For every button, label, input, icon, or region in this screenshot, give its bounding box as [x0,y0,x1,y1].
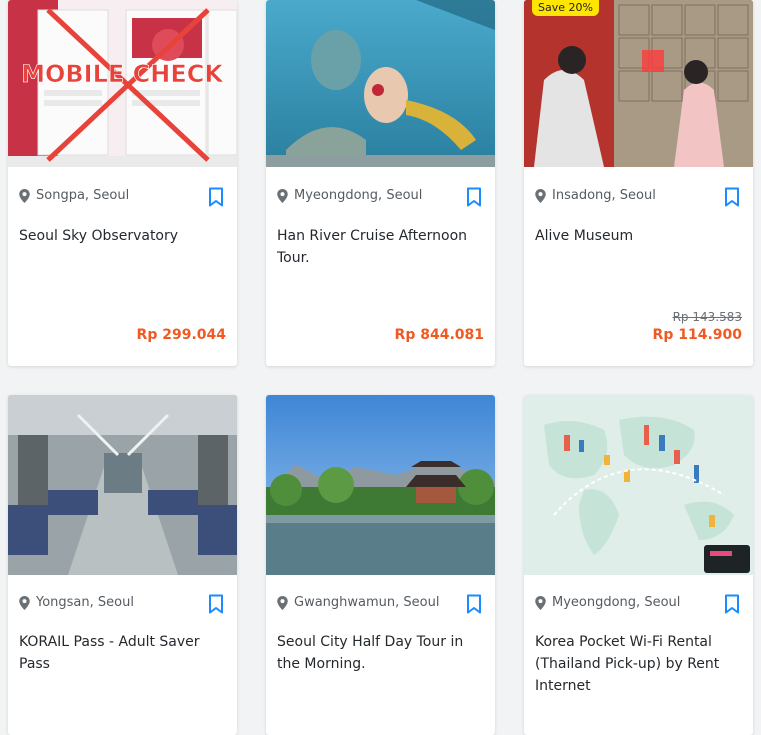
product-title[interactable]: Seoul Sky Observatory [19,225,227,247]
product-image[interactable]: MOBILE CHECK [8,0,237,167]
location: Myeongdong, Seoul [535,595,680,610]
location: Yongsan, Seoul [19,595,134,610]
location: Myeongdong, Seoul [277,188,422,203]
bookmark-icon[interactable] [466,187,482,207]
product-title[interactable]: KORAIL Pass - Adult Saver Pass [19,631,227,675]
product-card[interactable]: Myeongdong, Seoul Korea Pocket Wi-Fi Ren… [524,395,753,735]
bookmark-icon[interactable] [724,594,740,614]
product-image[interactable] [266,0,495,167]
location-text: Songpa, Seoul [36,188,130,203]
location-text: Yongsan, Seoul [36,595,134,610]
product-card[interactable]: MOBILE CHECK Songpa, Seoul Seoul Sky Obs… [8,0,237,366]
location-text: Insadong, Seoul [552,188,656,203]
discount-badge: Save 20% [532,0,599,16]
location: Gwanghwamun, Seoul [277,595,439,610]
location-pin-icon [19,188,30,203]
location-pin-icon [535,595,546,610]
bookmark-icon[interactable] [208,594,224,614]
location: Songpa, Seoul [19,188,129,203]
location-pin-icon [535,188,546,203]
price: Rp 299.044 [136,327,226,343]
product-image[interactable] [524,395,753,575]
bookmark-icon[interactable] [466,594,482,614]
mobile-check-overlay: MOBILE CHECK [21,60,224,88]
product-card[interactable]: Yongsan, Seoul KORAIL Pass - Adult Saver… [8,395,237,735]
location-text: Myeongdong, Seoul [552,595,681,610]
product-title[interactable]: Seoul City Half Day Tour in the Morning. [277,631,485,675]
product-image[interactable] [266,395,495,575]
product-image[interactable] [8,395,237,575]
product-title[interactable]: Korea Pocket Wi-Fi Rental (Thailand Pick… [535,631,743,697]
product-card[interactable]: Myeongdong, Seoul Han River Cruise After… [266,0,495,366]
product-title[interactable]: Han River Cruise Afternoon Tour. [277,225,485,269]
location-text: Gwanghwamun, Seoul [294,595,440,610]
location-text: Myeongdong, Seoul [294,188,423,203]
product-title[interactable]: Alive Museum [535,225,743,247]
bookmark-icon[interactable] [208,187,224,207]
product-card[interactable]: Save 20% Insadong, Seoul Alive Museum Rp… [524,0,753,366]
location-pin-icon [19,595,30,610]
price: Rp 114.900 [652,327,742,343]
location-pin-icon [277,188,288,203]
price: Rp 844.081 [394,327,484,343]
product-grid: MOBILE CHECK Songpa, Seoul Seoul Sky Obs… [8,0,753,735]
product-card[interactable]: Gwanghwamun, Seoul Seoul City Half Day T… [266,395,495,735]
original-price: Rp 143.583 [672,310,742,324]
bookmark-icon[interactable] [724,187,740,207]
location: Insadong, Seoul [535,188,656,203]
product-image[interactable] [524,0,753,167]
location-pin-icon [277,595,288,610]
